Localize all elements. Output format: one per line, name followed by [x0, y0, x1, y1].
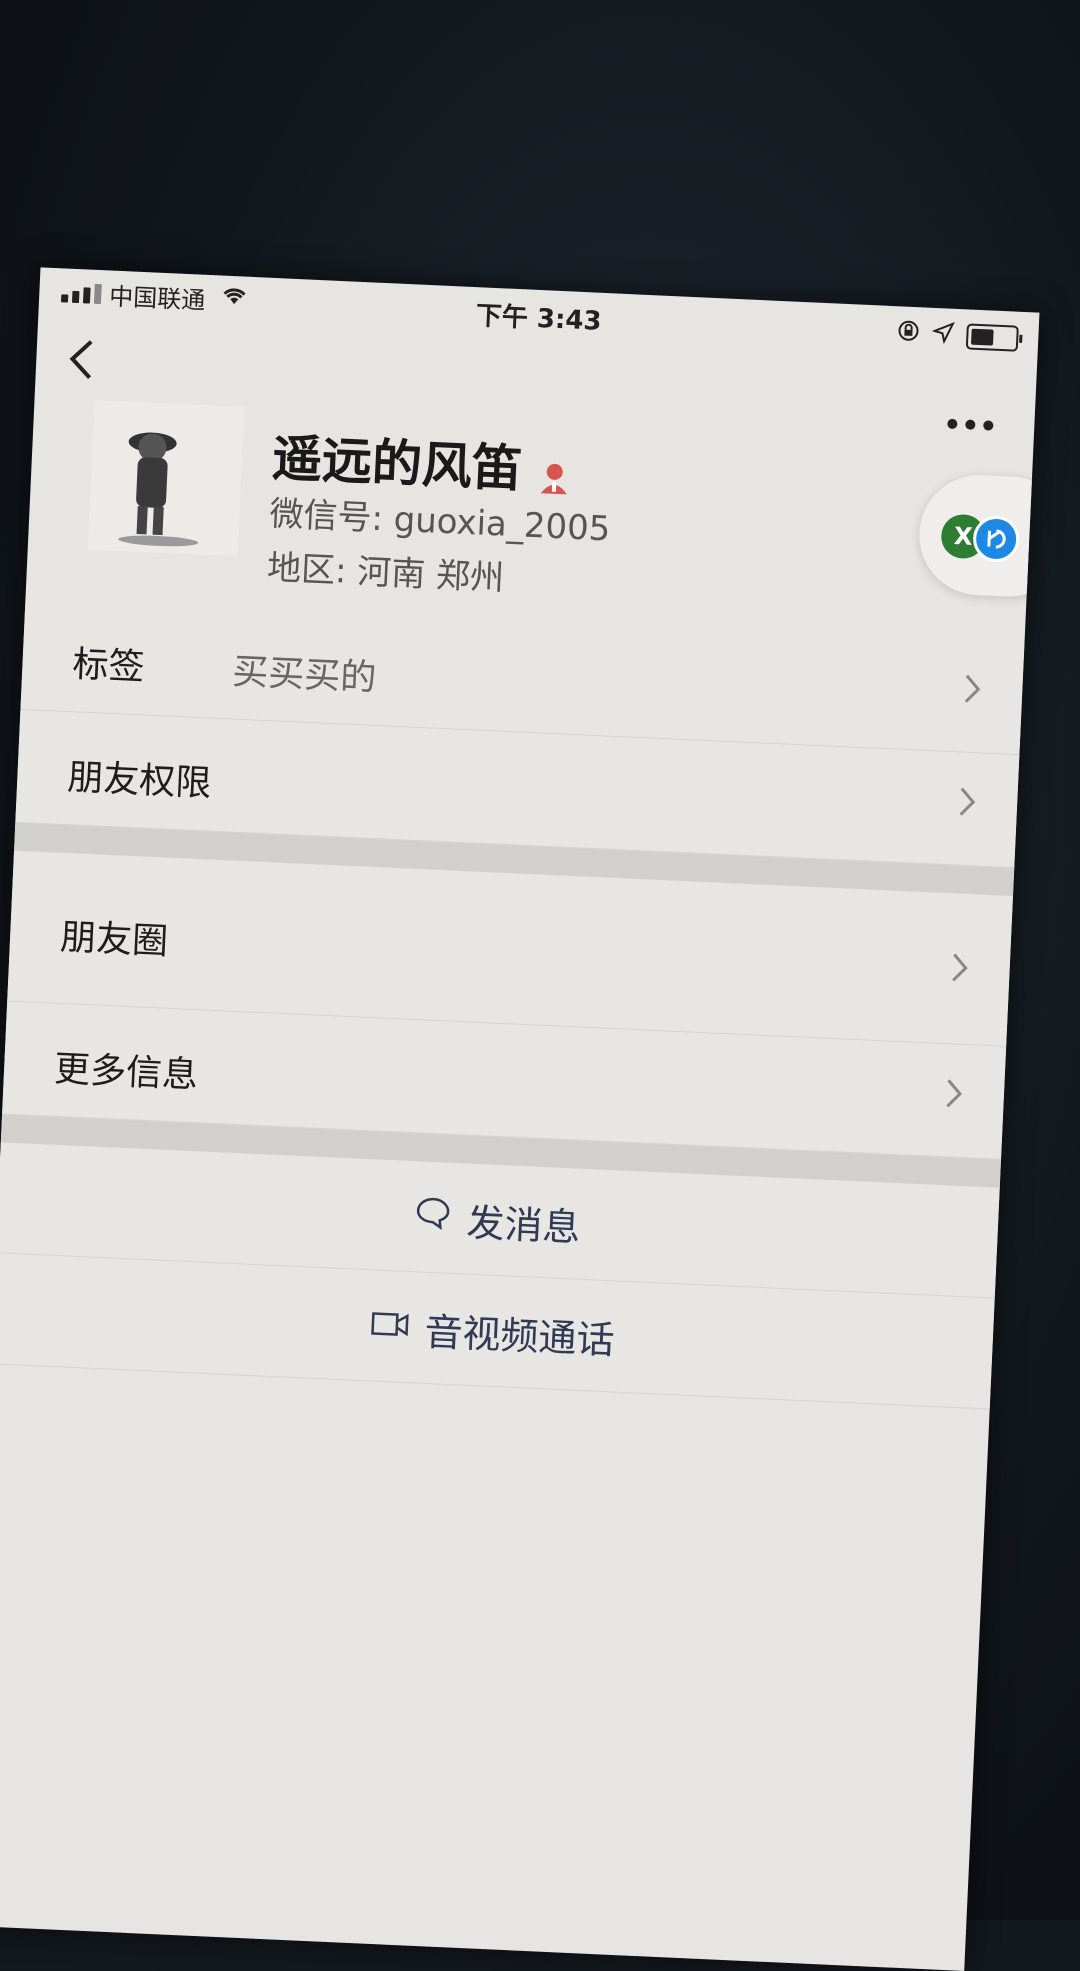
chevron-right-icon	[948, 948, 970, 995]
floating-widget[interactable]: X	[916, 472, 1040, 600]
chat-bubble-icon	[414, 1195, 452, 1240]
refresh-icon	[972, 514, 1021, 563]
more-button[interactable]	[946, 401, 996, 439]
chevron-right-icon	[961, 670, 983, 717]
chevron-right-icon	[943, 1074, 965, 1121]
video-call-label: 音视频通话	[423, 1309, 616, 1362]
row-label: 朋友圈	[59, 916, 169, 963]
send-message-label: 发消息	[465, 1200, 582, 1250]
avatar[interactable]	[87, 399, 245, 557]
battery-icon	[965, 323, 1019, 352]
row-label: 朋友权限	[66, 757, 213, 805]
info-list: 标签 买买买的 朋友权限 朋友圈 更多信息 发消息 音视频通话	[0, 596, 1025, 1410]
row-value: 买买买的	[231, 651, 378, 699]
region: 地区: 河南 郑州	[266, 547, 505, 599]
location-icon	[931, 321, 955, 350]
video-camera-icon	[370, 1305, 410, 1347]
row-label: 更多信息	[53, 1048, 199, 1097]
chevron-right-icon	[956, 782, 978, 829]
back-button[interactable]	[65, 337, 97, 391]
person-icon	[537, 449, 573, 495]
phone-screen: 中国联通 下午 3:43 遥远的风笛 微信号: guoxia_2005 地区: …	[0, 267, 1040, 1971]
rotation-lock-icon	[896, 318, 921, 349]
row-label: 标签	[71, 644, 146, 689]
status-icons	[896, 318, 1019, 354]
